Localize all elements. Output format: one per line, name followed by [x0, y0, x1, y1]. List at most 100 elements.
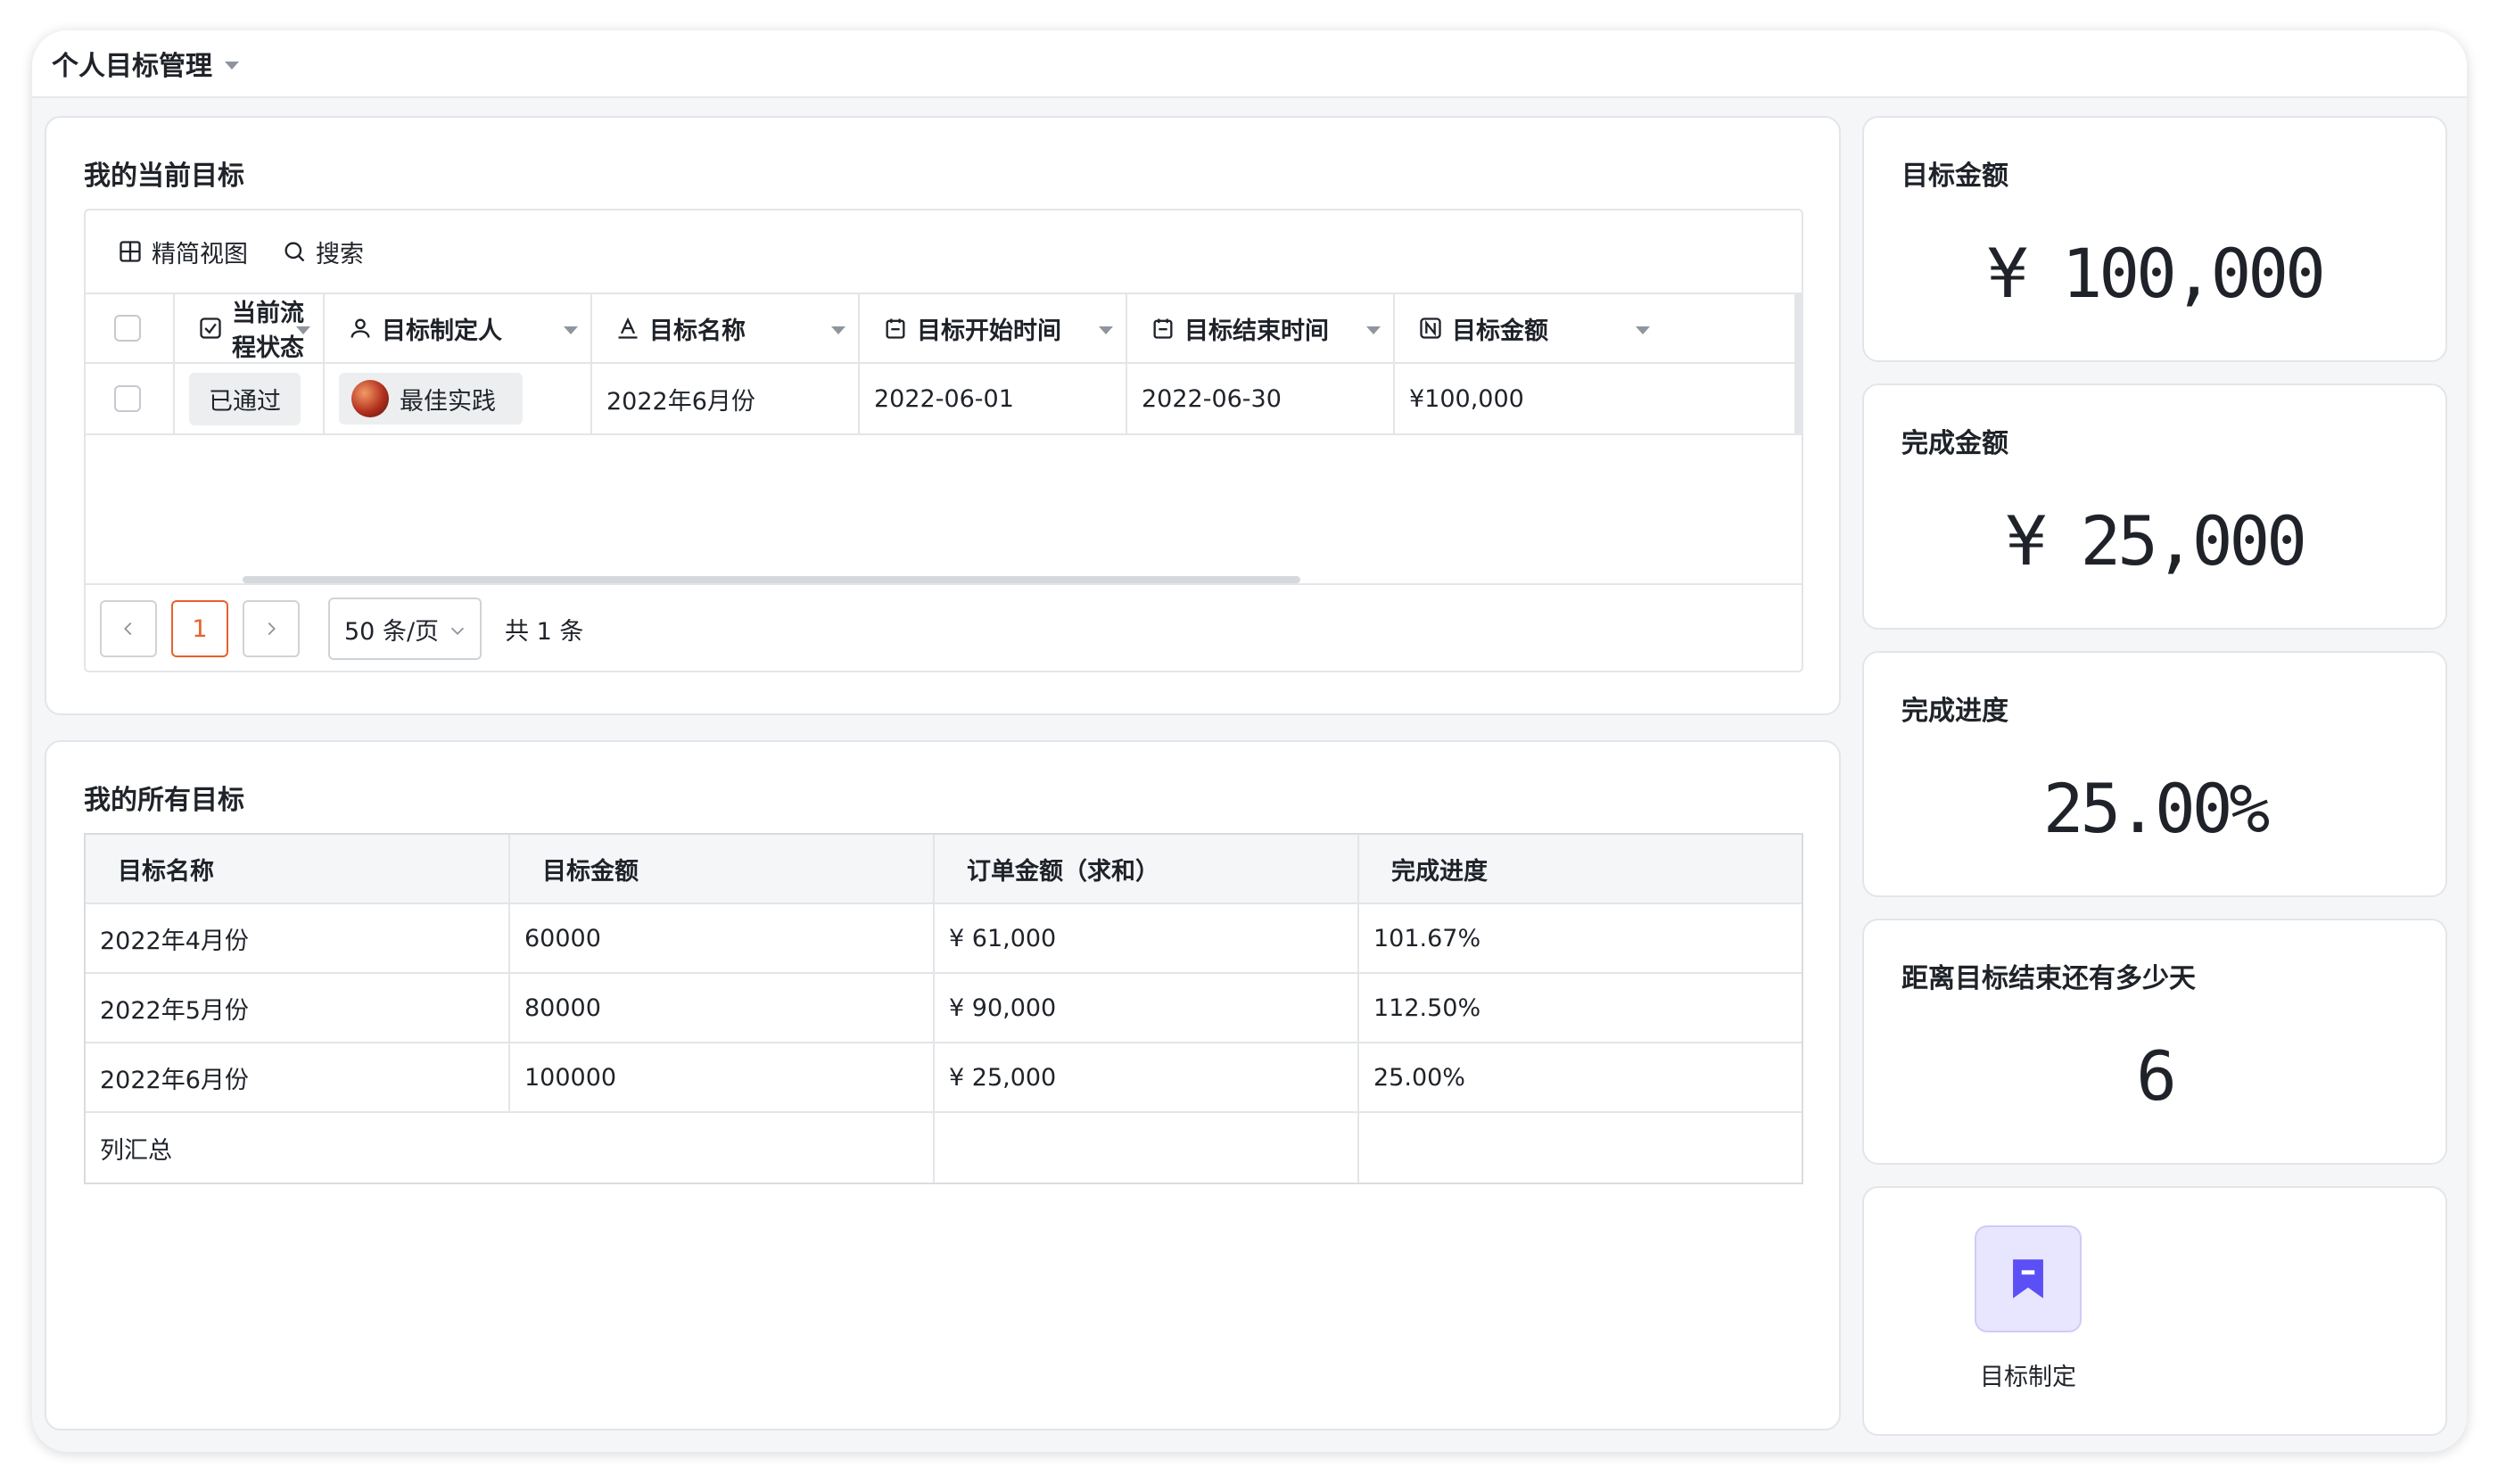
status-cell[interactable]: 已通过 — [175, 364, 325, 433]
select-all-checkbox[interactable] — [114, 315, 141, 342]
page-1-button[interactable]: 1 — [171, 600, 228, 657]
col-owner[interactable]: 目标制定人 — [325, 294, 592, 362]
col-progress[interactable]: 完成进度 — [1359, 835, 1787, 903]
summary-label: 列汇总 — [86, 1113, 935, 1183]
cell-goal-name: 2022年6月份 — [86, 1043, 510, 1111]
all-goals-card: 我的所有目标 目标名称 目标金额 订单金额（求和） 完成进度 2022年4月份 … — [45, 740, 1841, 1430]
app-window: 个人目标管理 我的当前目标 精简视图 搜索 当前流程状态 目标制定人 目标名称 … — [32, 30, 2467, 1452]
col-start[interactable]: 目标开始时间 — [860, 294, 1127, 362]
owner-cell[interactable]: 最佳实践 — [325, 364, 592, 433]
col-amount-label: 目标金额 — [1452, 317, 1548, 345]
progress-card: 完成进度 25.00% — [1862, 651, 2447, 897]
cell-order-sum: ¥ 25,000 — [935, 1043, 1359, 1111]
prev-page-button[interactable] — [100, 600, 157, 657]
search-label: 搜索 — [316, 240, 364, 268]
chevron-down-icon[interactable] — [1099, 326, 1113, 334]
set-goal-label[interactable]: 目标制定 — [1939, 1357, 2117, 1392]
end-cell[interactable]: 2022-06-30 — [1127, 364, 1395, 433]
col-start-label: 目标开始时间 — [917, 317, 1061, 345]
target-amount-value: ¥ 100,000 — [1987, 234, 2326, 313]
progress-value: 25.00% — [2042, 769, 2271, 848]
set-goal-button[interactable] — [1975, 1225, 2082, 1332]
name-cell[interactable]: 2022年6月份 — [592, 364, 860, 433]
table-row[interactable]: 2022年5月份 80000 ¥ 90,000 112.50% — [86, 974, 1802, 1043]
table-row[interactable]: 已通过 最佳实践 2022年6月份 2022-06-01 2022-06-30 — [86, 364, 1798, 435]
summary-row: 列汇总 — [86, 1113, 1802, 1183]
col-amount[interactable]: 目标金额 — [1395, 294, 1662, 362]
days-left-title: 距离目标结束还有多少天 — [1901, 963, 2196, 994]
chevron-down-icon[interactable] — [225, 61, 239, 70]
page-size-label: 50 条/页 — [344, 617, 440, 646]
search-button[interactable]: 搜索 — [282, 235, 364, 269]
col-goal-amount[interactable]: 目标金额 — [510, 835, 935, 903]
grid-header-row: 当前流程状态 目标制定人 目标名称 目标开始时间 目标结束时间 目标金额 — [86, 293, 1798, 364]
next-page-button[interactable] — [243, 600, 300, 657]
col-end[interactable]: 目标结束时间 — [1127, 294, 1395, 362]
calendar-icon — [1153, 318, 1173, 339]
text-field-icon — [618, 317, 638, 339]
done-amount-value: ¥ 25,000 — [2005, 501, 2307, 581]
all-goals-table: 目标名称 目标金额 订单金额（求和） 完成进度 2022年4月份 60000 ¥… — [84, 833, 1803, 1184]
done-amount-title: 完成金额 — [1901, 428, 2008, 459]
current-goals-grid: 精简视图 搜索 当前流程状态 目标制定人 目标名称 目标开始时间 目标结束时间 … — [84, 209, 1803, 672]
pagination: 1 50 条/页 共 1 条 — [86, 583, 1802, 671]
page-size-select[interactable]: 50 条/页 — [328, 598, 482, 660]
grid-toolbar: 精简视图 搜索 — [86, 210, 1802, 293]
chevron-down-icon[interactable] — [831, 326, 845, 334]
table-row[interactable]: 2022年6月份 100000 ¥ 25,000 25.00% — [86, 1043, 1802, 1113]
table-row[interactable]: 2022年4月份 60000 ¥ 61,000 101.67% — [86, 904, 1802, 974]
col-name[interactable]: 目标名称 — [592, 294, 860, 362]
col-end-label: 目标结束时间 — [1184, 317, 1329, 345]
progress-title: 完成进度 — [1901, 696, 2008, 727]
search-icon — [285, 242, 305, 262]
days-left-value: 6 — [2136, 1036, 2177, 1116]
col-goal-name[interactable]: 目标名称 — [86, 835, 510, 903]
top-bar: 个人目标管理 — [32, 30, 2467, 98]
current-goals-card: 我的当前目标 精简视图 搜索 当前流程状态 目标制定人 目标名称 目标开始时间 … — [45, 116, 1841, 715]
chevron-down-icon[interactable] — [296, 326, 310, 334]
amount-cell[interactable]: ¥100,000 — [1395, 364, 1662, 433]
app-title[interactable]: 个人目标管理 — [52, 44, 212, 83]
row-select-cell — [86, 364, 175, 433]
chevron-right-icon — [268, 622, 276, 636]
all-goals-title: 我的所有目标 — [84, 785, 244, 816]
compact-view-label: 精简视图 — [152, 240, 248, 268]
col-name-label: 目标名称 — [649, 317, 746, 345]
number-field-icon — [1420, 317, 1441, 339]
cell-order-sum: ¥ 90,000 — [935, 974, 1359, 1042]
col-owner-label: 目标制定人 — [382, 317, 502, 345]
cell-order-sum: ¥ 61,000 — [935, 904, 1359, 972]
vertical-scrollbar[interactable] — [1794, 293, 1802, 435]
grid-view-icon — [120, 241, 141, 262]
compact-view-button[interactable]: 精简视图 — [118, 235, 248, 269]
cell-goal-amount: 100000 — [510, 1043, 935, 1111]
summary-progress — [1359, 1113, 1787, 1183]
chevron-down-icon[interactable] — [1636, 326, 1650, 334]
chevron-down-icon[interactable] — [1366, 326, 1381, 334]
target-amount-title: 目标金额 — [1901, 161, 2008, 192]
cell-goal-name: 2022年4月份 — [86, 904, 510, 972]
cell-goal-amount: 80000 — [510, 974, 935, 1042]
status-badge: 已通过 — [189, 372, 301, 425]
bookmark-icon — [2013, 1259, 2043, 1298]
done-amount-card: 完成金额 ¥ 25,000 — [1862, 383, 2447, 630]
cell-progress: 25.00% — [1373, 1063, 1465, 1092]
start-cell[interactable]: 2022-06-01 — [860, 364, 1127, 433]
horizontal-scrollbar[interactable] — [243, 576, 1300, 583]
goal-name: 2022年6月份 — [606, 387, 755, 416]
total-count: 共 1 条 — [505, 617, 584, 646]
days-left-card: 距离目标结束还有多少天 6 — [1862, 919, 2447, 1165]
user-icon — [351, 318, 370, 338]
checkbox-icon — [200, 317, 221, 339]
col-status[interactable]: 当前流程状态 — [175, 294, 325, 362]
action-card: 目标制定 — [1862, 1186, 2447, 1436]
cell-goal-name: 2022年5月份 — [86, 974, 510, 1042]
summary-order-sum — [935, 1113, 1359, 1183]
chevron-down-icon — [450, 627, 465, 635]
row-checkbox[interactable] — [114, 385, 141, 412]
owner-name: 最佳实践 — [400, 387, 496, 416]
col-order-sum[interactable]: 订单金额（求和） — [935, 835, 1359, 903]
target-amount-card: 目标金额 ¥ 100,000 — [1862, 116, 2447, 362]
chevron-down-icon[interactable] — [564, 326, 578, 334]
owner-tag: 最佳实践 — [339, 373, 523, 425]
